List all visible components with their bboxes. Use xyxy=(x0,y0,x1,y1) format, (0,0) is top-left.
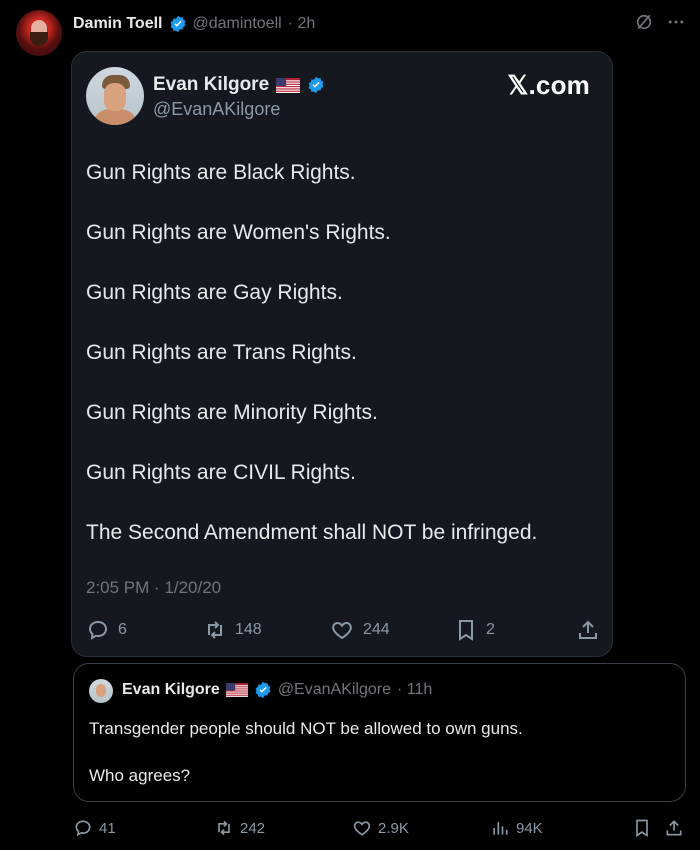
verified-badge-icon xyxy=(169,15,187,33)
like-icon xyxy=(352,818,372,838)
card-like-stat: 244 xyxy=(329,618,390,642)
card-author: Evan Kilgore xyxy=(153,74,325,96)
card-reply-stat: 6 xyxy=(86,618,127,642)
quote-avatar xyxy=(89,679,113,703)
quote-author-handle: @EvanAKilgore xyxy=(277,681,391,698)
quote-text-line: Who agrees? xyxy=(89,766,191,785)
views-count: 94K xyxy=(516,819,543,837)
card-text-line: Gun Rights are Women's Rights. xyxy=(86,221,391,244)
card-repost-count: 148 xyxy=(235,621,262,638)
us-flag-icon xyxy=(225,683,248,697)
share-icon xyxy=(576,618,600,642)
author-handle[interactable]: @damintoell xyxy=(193,15,282,33)
verified-badge-icon xyxy=(307,76,325,94)
bookmark-button[interactable] xyxy=(632,818,652,838)
bookmark-icon xyxy=(454,618,478,642)
card-text-line: Gun Rights are Gay Rights. xyxy=(86,281,343,304)
post-time[interactable]: · 2h xyxy=(288,15,316,33)
x-com-logo: 𝕏.com xyxy=(507,70,590,100)
quote-header: Evan Kilgore @EvanAKilgore · 11h xyxy=(122,681,432,699)
share-button[interactable] xyxy=(664,818,684,838)
card-text-line: Gun Rights are Black Rights. xyxy=(86,161,356,184)
card-text-line: Gun Rights are Trans Rights. xyxy=(86,341,357,364)
author-avatar[interactable] xyxy=(16,10,62,56)
avatar-body xyxy=(92,109,138,125)
repost-button[interactable]: 242 xyxy=(214,818,265,838)
card-text-line: Gun Rights are Minority Rights. xyxy=(86,401,378,424)
reply-icon xyxy=(73,818,93,838)
post-header: Damin Toell @damintoell · 2h xyxy=(73,12,315,36)
reply-button[interactable]: 41 xyxy=(73,818,116,838)
card-bookmark-count: 2 xyxy=(486,621,495,638)
avatar-face xyxy=(96,684,106,697)
quoted-post[interactable]: Evan Kilgore @EvanAKilgore · 11h Transge… xyxy=(73,663,686,802)
card-avatar xyxy=(86,67,144,125)
card-repost-stat: 148 xyxy=(203,618,262,642)
quote-time: · 11h xyxy=(397,681,433,698)
verified-badge-icon xyxy=(254,681,272,699)
card-share-stat xyxy=(576,618,600,642)
top-actions xyxy=(634,12,686,32)
quote-text-line: Transgender people should NOT be allowed… xyxy=(89,719,523,738)
author-name[interactable]: Damin Toell xyxy=(73,15,163,33)
card-like-count: 244 xyxy=(363,621,390,638)
repost-icon xyxy=(203,618,227,642)
avatar-beard xyxy=(30,32,48,46)
like-count: 2.9K xyxy=(378,819,409,837)
reply-count: 41 xyxy=(99,819,116,837)
us-flag-icon xyxy=(276,77,301,93)
reply-icon xyxy=(86,618,110,642)
quote-author-name: Evan Kilgore xyxy=(122,681,220,698)
card-timestamp: 2:05 PM · 1/20/20 xyxy=(86,578,222,597)
card-author-handle: @EvanAKilgore xyxy=(153,99,281,119)
bookmark-icon xyxy=(632,818,652,838)
repost-count: 242 xyxy=(240,819,266,837)
views-icon xyxy=(490,818,510,838)
card-bookmark-stat: 2 xyxy=(454,618,495,642)
grok-icon[interactable] xyxy=(634,12,654,32)
like-button[interactable]: 2.9K xyxy=(352,818,409,838)
card-author-name: Evan Kilgore xyxy=(153,74,270,95)
repost-icon xyxy=(214,818,234,838)
embedded-post-card: Evan Kilgore @EvanAKilgore 𝕏.com Gun Rig… xyxy=(71,51,613,657)
card-text-line: Gun Rights are CIVIL Rights. xyxy=(86,461,357,484)
card-text-line: The Second Amendment shall NOT be infrin… xyxy=(86,521,538,544)
avatar-face xyxy=(104,83,126,111)
like-icon xyxy=(329,618,355,642)
card-reply-count: 6 xyxy=(118,621,127,638)
views-button[interactable]: 94K xyxy=(490,818,543,838)
more-icon[interactable] xyxy=(666,12,686,32)
share-icon xyxy=(664,818,684,838)
